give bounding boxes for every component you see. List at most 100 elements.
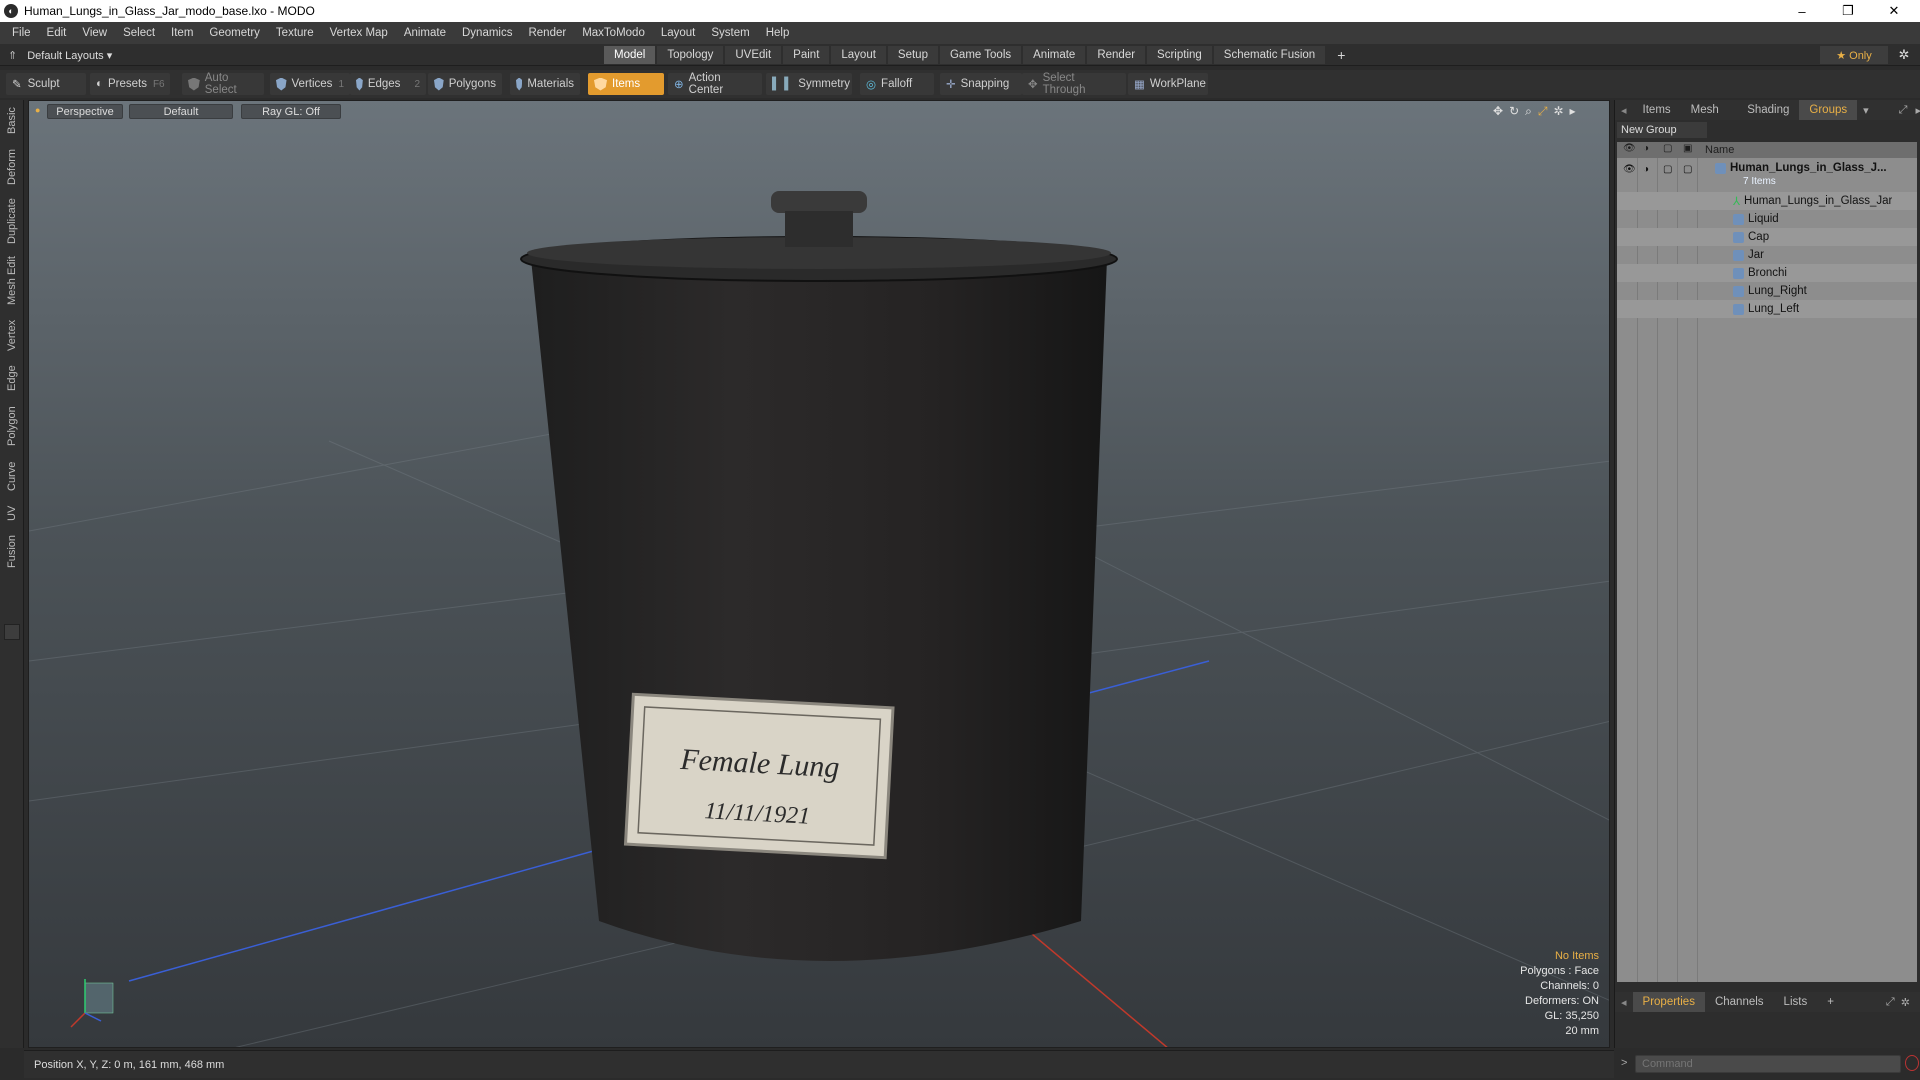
tab-lists[interactable]: Lists [1774,992,1818,1012]
vertices-button[interactable]: Vertices 1 [270,73,350,95]
vtab-uv[interactable]: UV [2,502,22,524]
close-button[interactable]: ✕ [1872,0,1916,22]
tab-shading[interactable]: Shading [1737,100,1799,120]
tab-items[interactable]: Items [1633,100,1681,120]
menu-vertex-map[interactable]: Vertex Map [324,27,398,39]
tab-groups[interactable]: Groups [1799,100,1858,120]
tab-channels[interactable]: Channels [1705,992,1774,1012]
panel-more-icon[interactable]: ▸ [1915,104,1920,117]
tab-uvedit[interactable]: UVEdit [725,46,782,64]
vtab-duplicate[interactable]: Duplicate [2,196,22,246]
vtab-basic[interactable]: Basic [2,104,22,138]
sculpt-button[interactable]: ✎ Sculpt [6,73,86,95]
menu-view[interactable]: View [76,27,117,39]
menu-item[interactable]: Item [165,27,203,39]
tree-item-row[interactable]: ⅄ Human_Lungs_in_Glass_Jar [1617,192,1917,210]
group-lock-icon[interactable]: ▢ [1663,164,1672,175]
group-row[interactable]: 👁 ◑ ▢ ▢ Human_Lungs_in_Glass_J... 7 Item… [1617,160,1917,190]
gear-icon[interactable]: ✲ [1894,46,1914,64]
presets-button[interactable]: ◐ Presets F6 [90,73,170,95]
add-bottom-tab-button[interactable]: + [1817,992,1844,1012]
tab-dropdown-icon[interactable]: ▾ [1857,104,1875,117]
select-through-button[interactable]: ✥ Select Through [1022,72,1126,96]
menu-animate[interactable]: Animate [398,27,456,39]
bottom-panel-menu-icon[interactable]: ◂ [1615,996,1633,1009]
menu-render[interactable]: Render [522,27,576,39]
3d-viewport[interactable]: ● Perspective Default Ray GL: Off ✥ ↻ ⌕ … [28,100,1610,1048]
select-col-icon[interactable]: ▣ [1683,143,1692,154]
tab-schematic-fusion[interactable]: Schematic Fusion [1213,46,1326,64]
minimize-button[interactable]: – [1780,0,1824,22]
panel-menu-icon[interactable]: ◂ [1615,104,1633,117]
tree-item-row[interactable]: Lung_Right [1617,282,1917,300]
tab-scripting[interactable]: Scripting [1147,46,1212,64]
tree-item-row[interactable]: Liquid [1617,210,1917,228]
tab-game-tools[interactable]: Game Tools [939,46,1022,64]
action-center-button[interactable]: ⊕ Action Center [668,72,762,96]
snapping-button[interactable]: ✛ Snapping [940,73,1022,95]
symmetry-button[interactable]: ▌▐ Symmetry [766,73,852,95]
expand-bottom-panel-icon[interactable]: ⤢ [1886,996,1895,1009]
menu-dynamics[interactable]: Dynamics [456,27,522,39]
name-column-header[interactable]: Name [1705,144,1734,156]
vtab-vertex[interactable]: Vertex [2,316,22,354]
menu-select[interactable]: Select [117,27,165,39]
expand-panel-icon[interactable]: ⤢ [1899,104,1908,117]
tab-paint[interactable]: Paint [783,46,830,64]
bottom-gear-icon[interactable]: ✲ [1901,996,1910,1009]
menu-geometry[interactable]: Geometry [203,27,270,39]
menu-edit[interactable]: Edit [41,27,77,39]
menu-file[interactable]: File [6,27,41,39]
menu-maxtomodo[interactable]: MaxToModo [576,27,655,39]
polygons-button[interactable]: Polygons [428,73,502,95]
workplane-button[interactable]: ▦ WorkPlane [1128,73,1208,95]
only-button[interactable]: ★ Only [1820,46,1888,64]
materials-button[interactable]: Materials [510,73,580,95]
vtab-edge[interactable]: Edge [2,362,22,394]
menu-help[interactable]: Help [760,27,800,39]
menu-texture[interactable]: Texture [270,27,324,39]
command-input[interactable] [1635,1055,1901,1073]
tab-model[interactable]: Model [604,46,656,64]
group-select-icon[interactable]: ▢ [1683,164,1692,175]
menu-system[interactable]: System [705,27,759,39]
group-visibility-icon[interactable]: 👁 [1623,164,1636,175]
auto-select-label: Auto Select [204,72,237,96]
tree-item-row[interactable]: Cap [1617,228,1917,246]
lock-col-icon[interactable]: ▢ [1663,143,1672,154]
vtab-curve[interactable]: Curve [2,458,22,494]
new-group-button[interactable]: New Group [1617,122,1707,138]
vtab-deform[interactable]: Deform [2,146,22,188]
render-col-icon[interactable]: ◑ [1643,143,1649,154]
vtab-mesh-edit[interactable]: Mesh Edit [2,254,22,308]
falloff-button[interactable]: ◎ Falloff [860,73,934,95]
group-render-icon[interactable]: ◑ [1643,164,1649,175]
tab-mesh[interactable]: Mesh ... [1681,100,1738,136]
command-history-icon[interactable] [1905,1055,1919,1071]
tree-item-row[interactable]: Lung_Left [1617,300,1917,318]
tab-topology[interactable]: Topology [657,46,724,64]
left-tool-tabs: Basic Deform Duplicate Mesh Edit Vertex … [0,100,24,1048]
visibility-col-icon[interactable]: 👁 [1623,143,1636,154]
position-readout: Position X, Y, Z: 0 m, 161 mm, 468 mm [34,1058,225,1071]
vtab-polygon[interactable]: Polygon [2,402,22,450]
tab-animate[interactable]: Animate [1023,46,1086,64]
add-tab-button[interactable]: + [1327,46,1355,64]
tree-item-row[interactable]: Jar [1617,246,1917,264]
vtab-fusion[interactable]: Fusion [2,532,22,570]
edges-button[interactable]: Edges 2 [350,73,426,95]
auto-select-button[interactable]: Auto Select [182,72,264,96]
tab-properties[interactable]: Properties [1632,992,1705,1012]
tab-render[interactable]: Render [1087,46,1146,64]
menu-layout[interactable]: Layout [655,27,706,39]
layout-selector[interactable]: ⇑ Default Layouts ▾ [8,47,112,63]
tab-setup[interactable]: Setup [887,46,938,64]
tree-item-label: Bronchi [1748,267,1787,279]
tab-layout[interactable]: Layout [831,46,886,64]
stat-gl: GL: 35,250 [1544,1010,1599,1022]
tree-item-label: Lung_Right [1748,285,1807,297]
tree-item-row[interactable]: Bronchi [1617,264,1917,282]
restore-button[interactable]: ❐ [1826,0,1870,22]
panel-toggle-button[interactable] [4,624,20,640]
items-button[interactable]: Items [588,73,664,95]
